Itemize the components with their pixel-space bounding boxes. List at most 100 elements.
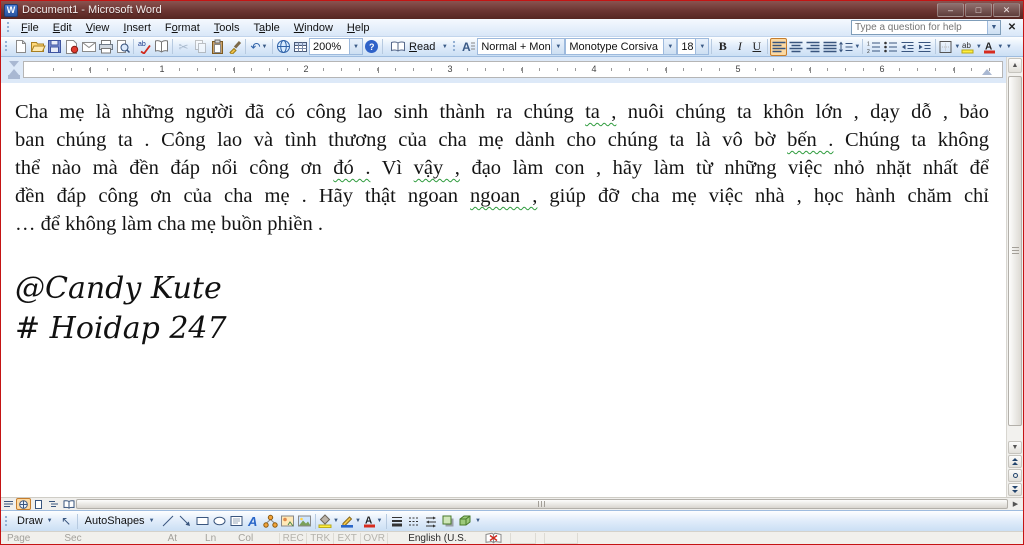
close-document-icon[interactable]: ✕ — [1003, 22, 1021, 33]
font-size-combo[interactable]: 18 ▼ — [677, 38, 710, 55]
right-indent-marker[interactable] — [982, 69, 992, 75]
menu-item-help[interactable]: Help — [340, 21, 377, 36]
left-indent-marker[interactable] — [8, 75, 20, 79]
undo-button[interactable]: ↶ ▼ — [248, 38, 270, 56]
vertical-scroll-thumb[interactable] — [1008, 76, 1022, 426]
read-button[interactable]: Read — [385, 38, 440, 56]
line-button[interactable] — [160, 512, 177, 530]
menu-item-edit[interactable]: Edit — [46, 21, 79, 36]
menu-item-window[interactable]: Window — [287, 21, 340, 36]
first-line-indent-marker[interactable] — [9, 61, 19, 67]
underline-button[interactable]: U — [748, 38, 765, 56]
toolbar-options-icon[interactable]: ▼ — [474, 518, 483, 524]
menu-item-tools[interactable]: Tools — [207, 21, 247, 36]
status-mode-rec[interactable]: REC — [280, 532, 308, 544]
help-button[interactable]: ? — [363, 38, 380, 56]
center-button[interactable] — [787, 38, 804, 56]
text-box-button[interactable] — [228, 512, 245, 530]
save-button[interactable] — [46, 38, 63, 56]
select-objects-button[interactable]: ↖ — [58, 512, 75, 530]
insert-table-button[interactable] — [292, 38, 309, 56]
arrow-style-button[interactable] — [423, 512, 440, 530]
draw-menu-button[interactable]: Draw ▼ — [12, 512, 58, 530]
print-layout-view-button[interactable] — [31, 498, 46, 510]
menu-item-table[interactable]: Table — [246, 21, 286, 36]
outside-border-button[interactable]: ▼ — [938, 38, 960, 56]
scroll-up-icon[interactable]: ▲ — [1008, 58, 1022, 73]
draw-font-color-button[interactable]: A ▼ — [362, 512, 384, 530]
print-preview-button[interactable] — [114, 38, 131, 56]
rectangle-button[interactable] — [194, 512, 211, 530]
line-color-button[interactable]: ▼ — [340, 512, 362, 530]
open-button[interactable] — [29, 38, 46, 56]
research-button[interactable] — [153, 38, 170, 56]
status-mode-ovr[interactable]: OVR — [361, 532, 389, 544]
new-document-button[interactable] — [12, 38, 29, 56]
select-browse-object-button[interactable] — [1008, 469, 1022, 482]
insert-wordart-button[interactable]: A — [245, 512, 262, 530]
horizontal-scroll-thumb[interactable] — [76, 499, 1008, 509]
font-color-button[interactable]: A ▼ — [982, 38, 1004, 56]
restore-button[interactable]: □ — [965, 3, 992, 17]
email-button[interactable] — [80, 38, 97, 56]
increase-indent-button[interactable] — [916, 38, 933, 56]
insert-diagram-button[interactable] — [262, 512, 279, 530]
menu-item-format[interactable]: Format — [158, 21, 207, 36]
copy-button[interactable] — [192, 38, 209, 56]
format-painter-button[interactable] — [226, 38, 243, 56]
fill-color-button[interactable]: ▼ — [318, 512, 340, 530]
web-layout-view-button[interactable] — [16, 498, 31, 510]
scroll-down-icon[interactable]: ▼ — [1008, 441, 1022, 454]
3d-style-button[interactable] — [457, 512, 474, 530]
standard-toolbar-grip[interactable] — [4, 40, 9, 53]
align-right-button[interactable] — [804, 38, 821, 56]
minimize-button[interactable]: – — [937, 3, 964, 17]
vertical-scroll-track[interactable] — [1007, 74, 1023, 440]
line-spacing-button[interactable]: ▼ — [838, 38, 860, 56]
line-style-button[interactable] — [389, 512, 406, 530]
font-combo[interactable]: Monotype Corsiva ▼ — [565, 38, 678, 55]
drawing-toolbar-grip[interactable] — [4, 514, 9, 528]
align-left-button[interactable] — [770, 37, 788, 56]
document-page[interactable]: Cha mẹ là những người đã có công lao sin… — [1, 83, 1006, 497]
toolbar-options-icon[interactable]: ▼ — [440, 44, 449, 50]
cut-button[interactable]: ✂ — [175, 38, 192, 56]
next-page-button[interactable] — [1008, 483, 1022, 496]
bold-button[interactable]: B — [714, 38, 731, 56]
insert-clip-art-button[interactable] — [279, 512, 296, 530]
insert-picture-button[interactable] — [296, 512, 313, 530]
status-language[interactable]: English (U.S. — [408, 533, 466, 544]
justify-button[interactable] — [821, 38, 838, 56]
highlight-button[interactable]: ab ▼ — [960, 38, 982, 56]
scroll-right-icon[interactable]: ▶ — [1008, 498, 1023, 510]
outline-view-button[interactable] — [46, 498, 61, 510]
normal-view-button[interactable] — [1, 498, 16, 510]
bullets-button[interactable] — [882, 38, 899, 56]
menu-grip[interactable] — [6, 21, 11, 34]
autoshapes-menu-button[interactable]: AutoShapes ▼ — [80, 512, 160, 530]
zoom-combo[interactable]: 200% ▼ — [309, 38, 363, 55]
horizontal-scroll-track[interactable] — [76, 499, 1008, 509]
italic-button[interactable]: I — [731, 38, 748, 56]
style-combo[interactable]: Normal + Monot▼ — [477, 38, 566, 55]
decrease-indent-button[interactable] — [899, 38, 916, 56]
question-input[interactable] — [852, 22, 987, 33]
oval-button[interactable] — [211, 512, 228, 530]
styles-formatting-button[interactable]: A — [460, 38, 477, 56]
menu-item-file[interactable]: File — [14, 21, 46, 36]
permission-button[interactable] — [63, 38, 80, 56]
menu-item-insert[interactable]: Insert — [116, 21, 158, 36]
spelling-grammar-button[interactable]: ab — [136, 38, 153, 56]
vertical-scrollbar[interactable]: ▲ ▼ — [1006, 57, 1023, 497]
status-mode-trk[interactable]: TRK — [307, 532, 335, 544]
toolbar-options-icon[interactable]: ▼ — [1004, 44, 1013, 50]
numbering-button[interactable]: 12 — [865, 38, 882, 56]
chevron-down-icon[interactable]: ▼ — [987, 21, 1000, 34]
shadow-style-button[interactable] — [440, 512, 457, 530]
menu-item-view[interactable]: View — [79, 21, 117, 36]
dash-style-button[interactable] — [406, 512, 423, 530]
insert-hyperlink-button[interactable] — [275, 38, 292, 56]
status-mode-ext[interactable]: EXT — [334, 532, 362, 544]
print-button[interactable] — [97, 38, 114, 56]
formatting-toolbar-grip[interactable] — [452, 40, 458, 53]
